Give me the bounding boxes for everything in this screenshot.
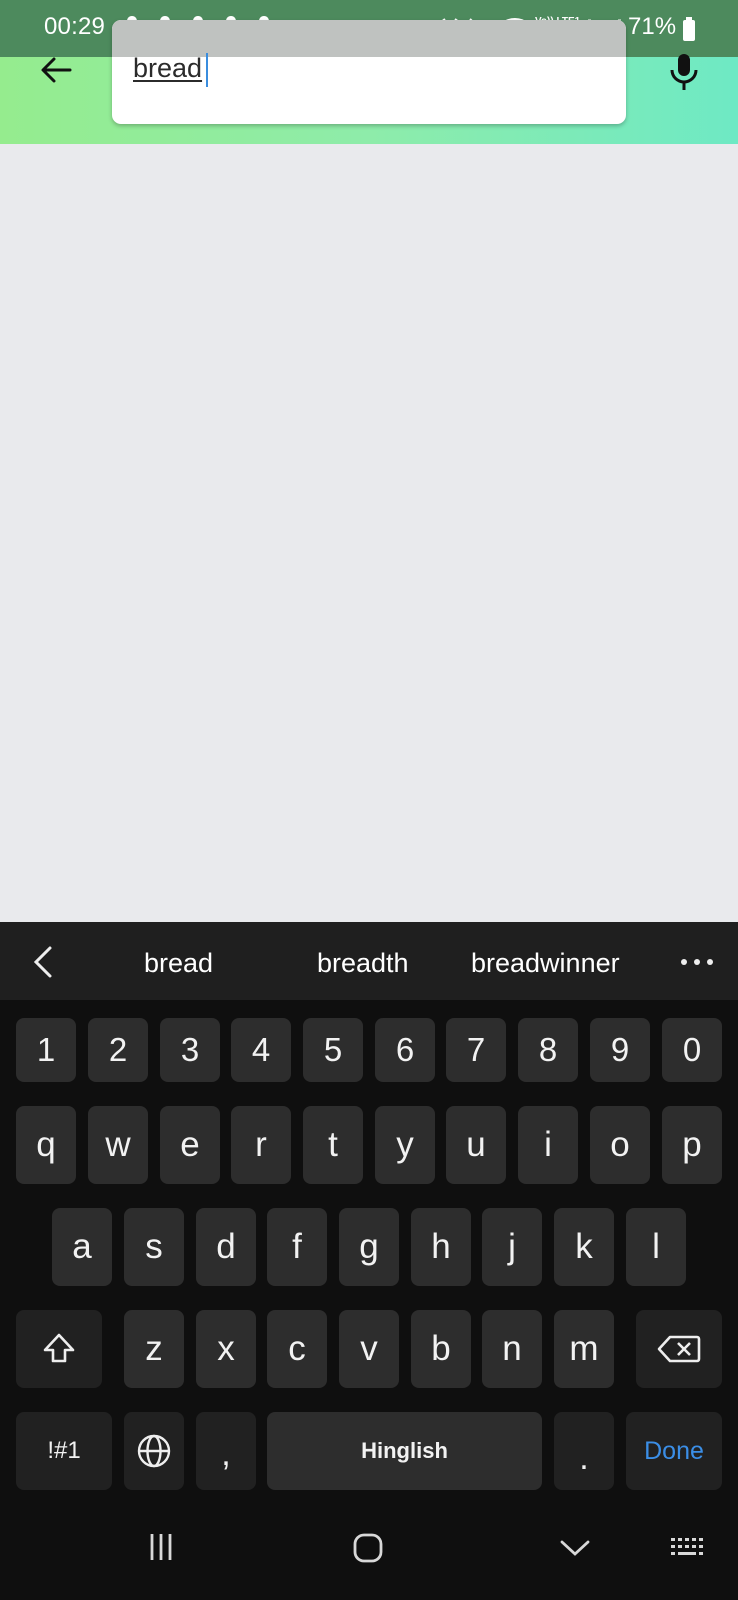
key-z[interactable]: z	[124, 1310, 184, 1388]
chevron-left-icon[interactable]	[30, 944, 56, 980]
keyboard-switch-icon[interactable]	[670, 1537, 706, 1561]
key-e[interactable]: e	[160, 1106, 220, 1184]
key-b[interactable]: b	[411, 1310, 471, 1388]
key-r[interactable]: r	[231, 1106, 291, 1184]
suggestion-3[interactable]: breadwinner	[471, 948, 620, 979]
key-i[interactable]: i	[518, 1106, 578, 1184]
key-9[interactable]: 9	[590, 1018, 650, 1082]
more-icon[interactable]	[680, 958, 714, 966]
globe-icon	[137, 1434, 171, 1468]
key-4[interactable]: 4	[231, 1018, 291, 1082]
key-1[interactable]: 1	[16, 1018, 76, 1082]
key-2[interactable]: 2	[88, 1018, 148, 1082]
key-8[interactable]: 8	[518, 1018, 578, 1082]
search-card-top	[112, 20, 626, 57]
recent-apps-icon[interactable]	[146, 1532, 176, 1562]
key-6[interactable]: 6	[375, 1018, 435, 1082]
shift-key[interactable]	[16, 1310, 102, 1388]
key-o[interactable]: o	[590, 1106, 650, 1184]
key-5[interactable]: 5	[303, 1018, 363, 1082]
symbols-key[interactable]: !#1	[16, 1412, 112, 1490]
key-x[interactable]: x	[196, 1310, 256, 1388]
key-u[interactable]: u	[446, 1106, 506, 1184]
key-k[interactable]: k	[554, 1208, 614, 1286]
key-g[interactable]: g	[339, 1208, 399, 1286]
space-key[interactable]: Hinglish	[267, 1412, 542, 1490]
navigation-bar	[0, 1515, 738, 1600]
key-m[interactable]: m	[554, 1310, 614, 1388]
key-h[interactable]: h	[411, 1208, 471, 1286]
key-c[interactable]: c	[267, 1310, 327, 1388]
backspace-key[interactable]	[636, 1310, 722, 1388]
text-cursor	[206, 53, 208, 87]
hide-keyboard-icon[interactable]	[560, 1539, 590, 1557]
battery-percent: 71%	[628, 13, 677, 40]
comma-key[interactable]: ,	[196, 1412, 256, 1490]
key-3[interactable]: 3	[160, 1018, 220, 1082]
search-input-value: bread	[133, 53, 203, 83]
key-n[interactable]: n	[482, 1310, 542, 1388]
results-area	[0, 144, 738, 922]
microphone-icon[interactable]	[664, 50, 704, 94]
key-0[interactable]: 0	[662, 1018, 722, 1082]
period-key[interactable]: .	[554, 1412, 614, 1490]
key-a[interactable]: a	[52, 1208, 112, 1286]
key-p[interactable]: p	[662, 1106, 722, 1184]
key-v[interactable]: v	[339, 1310, 399, 1388]
language-key[interactable]	[124, 1412, 184, 1490]
key-q[interactable]: q	[16, 1106, 76, 1184]
back-arrow-icon[interactable]	[36, 50, 76, 90]
shift-icon	[43, 1333, 75, 1363]
key-t[interactable]: t	[303, 1106, 363, 1184]
done-button[interactable]: Done	[626, 1412, 722, 1490]
key-d[interactable]: d	[196, 1208, 256, 1286]
status-time: 00:29	[44, 13, 106, 40]
key-l[interactable]: l	[626, 1208, 686, 1286]
suggestion-1[interactable]: bread	[144, 948, 213, 979]
key-f[interactable]: f	[267, 1208, 327, 1286]
key-s[interactable]: s	[124, 1208, 184, 1286]
home-icon[interactable]	[352, 1532, 384, 1564]
suggestion-2[interactable]: breadth	[317, 948, 409, 979]
battery-icon	[683, 17, 695, 41]
key-j[interactable]: j	[482, 1208, 542, 1286]
key-7[interactable]: 7	[446, 1018, 506, 1082]
key-w[interactable]: w	[88, 1106, 148, 1184]
backspace-icon	[657, 1335, 701, 1363]
key-y[interactable]: y	[375, 1106, 435, 1184]
